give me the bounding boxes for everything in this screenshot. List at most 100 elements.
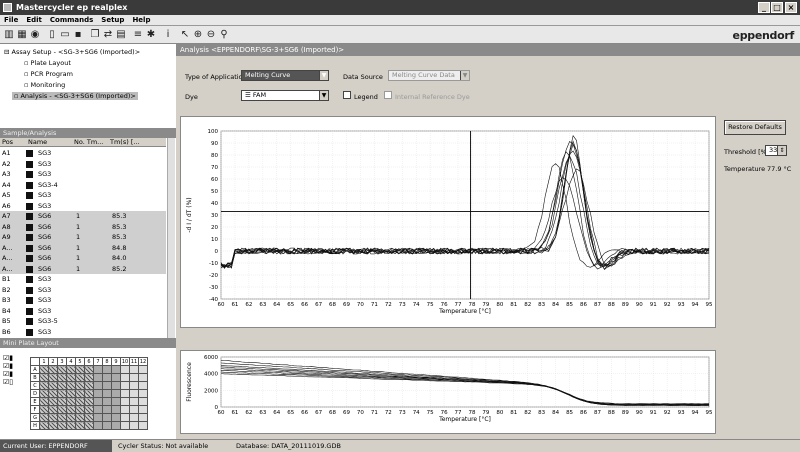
col-name[interactable]: Name (28, 138, 47, 147)
plate-well[interactable] (57, 397, 67, 406)
plate-well[interactable] (66, 389, 76, 398)
plate-well[interactable] (84, 389, 94, 398)
plate-well[interactable] (39, 413, 49, 422)
plate-well[interactable] (93, 373, 103, 382)
plate-well[interactable] (48, 373, 58, 382)
open-folder-icon[interactable]: ▭ (59, 29, 71, 41)
plate-well[interactable] (75, 397, 85, 406)
plate-well[interactable] (102, 381, 112, 390)
plate-well[interactable] (48, 397, 58, 406)
col-tm[interactable]: Tm(s) [... (110, 138, 140, 147)
plate-well[interactable] (75, 413, 85, 422)
export-icon[interactable]: ⇄ (102, 29, 114, 41)
plate-well[interactable] (111, 365, 121, 374)
plate-well[interactable] (120, 373, 130, 382)
new-file-icon[interactable]: ▯ (46, 29, 58, 41)
plate-well[interactable] (111, 381, 121, 390)
plate-well[interactable] (102, 389, 112, 398)
type-select[interactable]: Melting Curve ▼ (241, 70, 329, 81)
plate-well[interactable] (66, 413, 76, 422)
plate-well[interactable] (57, 389, 67, 398)
plate-well[interactable] (57, 413, 67, 422)
menu-setup[interactable]: Setup (97, 15, 128, 26)
plate-well[interactable] (39, 405, 49, 414)
plate-well[interactable] (138, 413, 148, 422)
table-row[interactable]: A... SG6 1 85.2 (0, 263, 166, 274)
plate-well[interactable] (39, 421, 49, 430)
plate-well[interactable] (138, 365, 148, 374)
tree-root[interactable]: ⊟ Assay Setup - <SG-3+SG6 (Imported)> (4, 48, 140, 56)
menu-edit[interactable]: Edit (22, 15, 46, 26)
plate-well[interactable] (129, 405, 139, 414)
plate-well[interactable] (39, 365, 49, 374)
plate-well[interactable] (111, 421, 121, 430)
close-button[interactable]: × (785, 2, 797, 13)
legend-checkbox[interactable] (343, 91, 351, 99)
plate-well[interactable] (93, 397, 103, 406)
plate-well[interactable] (57, 421, 67, 430)
plate-well[interactable] (138, 389, 148, 398)
internal-reference-checkbox[interactable] (384, 91, 392, 99)
table-row[interactable]: B1 SG3 (0, 274, 166, 285)
plate-well[interactable] (57, 405, 67, 414)
zoom-in-icon[interactable]: ⊕ (192, 29, 204, 41)
plate-well[interactable] (129, 365, 139, 374)
info-icon[interactable]: i (162, 29, 174, 41)
plate-grid[interactable]: 1 2 3 4 5 6 7 8 9 10 11 12 A B C D E F G H (30, 357, 148, 430)
tree-item-analysis[interactable]: ▫ Analysis - <SG-3+SG6 (Imported)> (12, 92, 138, 100)
plate-well[interactable] (84, 373, 94, 382)
plate-well[interactable] (138, 405, 148, 414)
tree-item-monitoring[interactable]: ▫ Monitoring (24, 81, 65, 89)
plate-well[interactable] (57, 365, 67, 374)
tree-item-pcr-program[interactable]: ▫ PCR Program (24, 70, 73, 78)
plate-well[interactable] (84, 405, 94, 414)
maximize-button[interactable]: □ (771, 2, 783, 13)
plate-well[interactable] (129, 421, 139, 430)
plate-well[interactable] (120, 397, 130, 406)
melting-curve-chart[interactable]: 60 61 62 63 64 65 66 67 68 69 70 71 72 73 74 75 76 77 78 79… (180, 116, 716, 328)
plate-well[interactable] (66, 365, 76, 374)
table-row[interactable]: A5 SG3 (0, 190, 166, 201)
sample-scrollbar[interactable] (167, 138, 175, 338)
plate-well[interactable] (102, 365, 112, 374)
save-icon[interactable]: ▪ (72, 29, 84, 41)
plate-well[interactable] (66, 405, 76, 414)
plate-well[interactable] (120, 389, 130, 398)
plate-well[interactable] (102, 413, 112, 422)
tree-item-plate-layout[interactable]: ▫ Plate Layout (24, 59, 71, 67)
threshold-spinner[interactable]: 33 ⇕ (765, 145, 787, 156)
plate-well[interactable] (39, 373, 49, 382)
plate-well[interactable] (48, 381, 58, 390)
col-no-tm[interactable]: No. Tm... (74, 138, 103, 147)
plate-well[interactable] (66, 397, 76, 406)
plate-well[interactable] (102, 373, 112, 382)
plate-well[interactable] (48, 405, 58, 414)
print-icon[interactable]: ▤ (115, 29, 127, 41)
pointer-icon[interactable]: ↖ (179, 29, 191, 41)
plate-well[interactable] (129, 381, 139, 390)
table-row[interactable]: A7 SG6 1 85.3 (0, 211, 166, 222)
plate-well[interactable] (138, 397, 148, 406)
plate-well[interactable] (129, 397, 139, 406)
plate-well[interactable] (84, 413, 94, 422)
zoom-out-icon[interactable]: ⊖ (205, 29, 217, 41)
fluorescence-chart[interactable]: 60 61 62 63 64 65 66 67 68 69 70 71 72 73 74 75 76 77 78 79… (180, 350, 716, 434)
plate-well[interactable] (138, 421, 148, 430)
menu-file[interactable]: File (0, 15, 22, 26)
plate-well[interactable] (93, 405, 103, 414)
plate-icon[interactable]: ▦ (16, 29, 28, 41)
plate-well[interactable] (120, 405, 130, 414)
plate-well[interactable] (120, 421, 130, 430)
thermocycler-icon[interactable]: ▥ (3, 29, 15, 41)
plate-well[interactable] (57, 381, 67, 390)
table-row[interactable]: A... SG6 1 84.8 (0, 242, 166, 253)
plate-well[interactable] (84, 381, 94, 390)
table-row[interactable]: A9 SG6 1 85.3 (0, 232, 166, 243)
dye-select[interactable]: ☰ FAM ▼ (241, 90, 329, 101)
table-row[interactable]: B4 SG3 (0, 306, 166, 317)
settings-icon[interactable]: ✱ (145, 29, 157, 41)
plate-well[interactable] (93, 381, 103, 390)
table-row[interactable]: A4 SG3-4 (0, 180, 166, 191)
table-row[interactable]: A8 SG6 1 85.3 (0, 221, 166, 232)
zoom-icon[interactable]: ⚲ (218, 29, 230, 41)
